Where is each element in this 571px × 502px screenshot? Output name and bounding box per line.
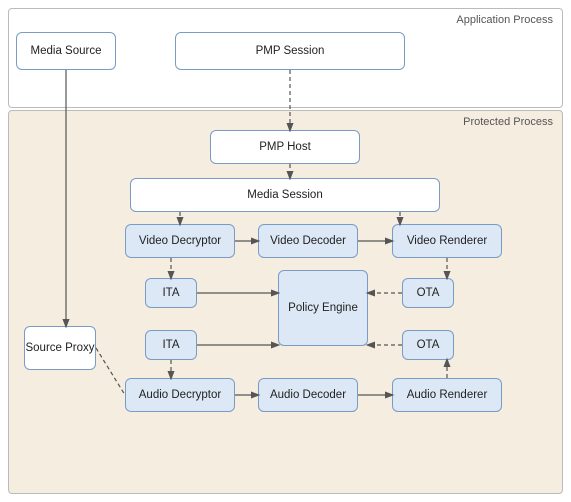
- ita-top-box: ITA: [145, 278, 197, 308]
- ota-bottom-box: OTA: [402, 330, 454, 360]
- diagram-container: Application Process Protected Process Me…: [0, 0, 571, 502]
- audio-decryptor-box: Audio Decryptor: [125, 378, 235, 412]
- ita-bottom-box: ITA: [145, 330, 197, 360]
- audio-renderer-box: Audio Renderer: [392, 378, 502, 412]
- video-decoder-box: Video Decoder: [258, 224, 358, 258]
- source-proxy-box: Source Proxy: [24, 326, 96, 370]
- policy-engine-box: Policy Engine: [278, 270, 368, 346]
- pmp-session-box: PMP Session: [175, 32, 405, 70]
- ota-top-box: OTA: [402, 278, 454, 308]
- video-decryptor-box: Video Decryptor: [125, 224, 235, 258]
- audio-decoder-box: Audio Decoder: [258, 378, 358, 412]
- media-source-box: Media Source: [16, 32, 116, 70]
- protected-process-label: Protected Process: [463, 116, 553, 128]
- media-session-box: Media Session: [130, 178, 440, 212]
- pmp-host-box: PMP Host: [210, 130, 360, 164]
- video-renderer-box: Video Renderer: [392, 224, 502, 258]
- app-process-label: Application Process: [456, 14, 553, 26]
